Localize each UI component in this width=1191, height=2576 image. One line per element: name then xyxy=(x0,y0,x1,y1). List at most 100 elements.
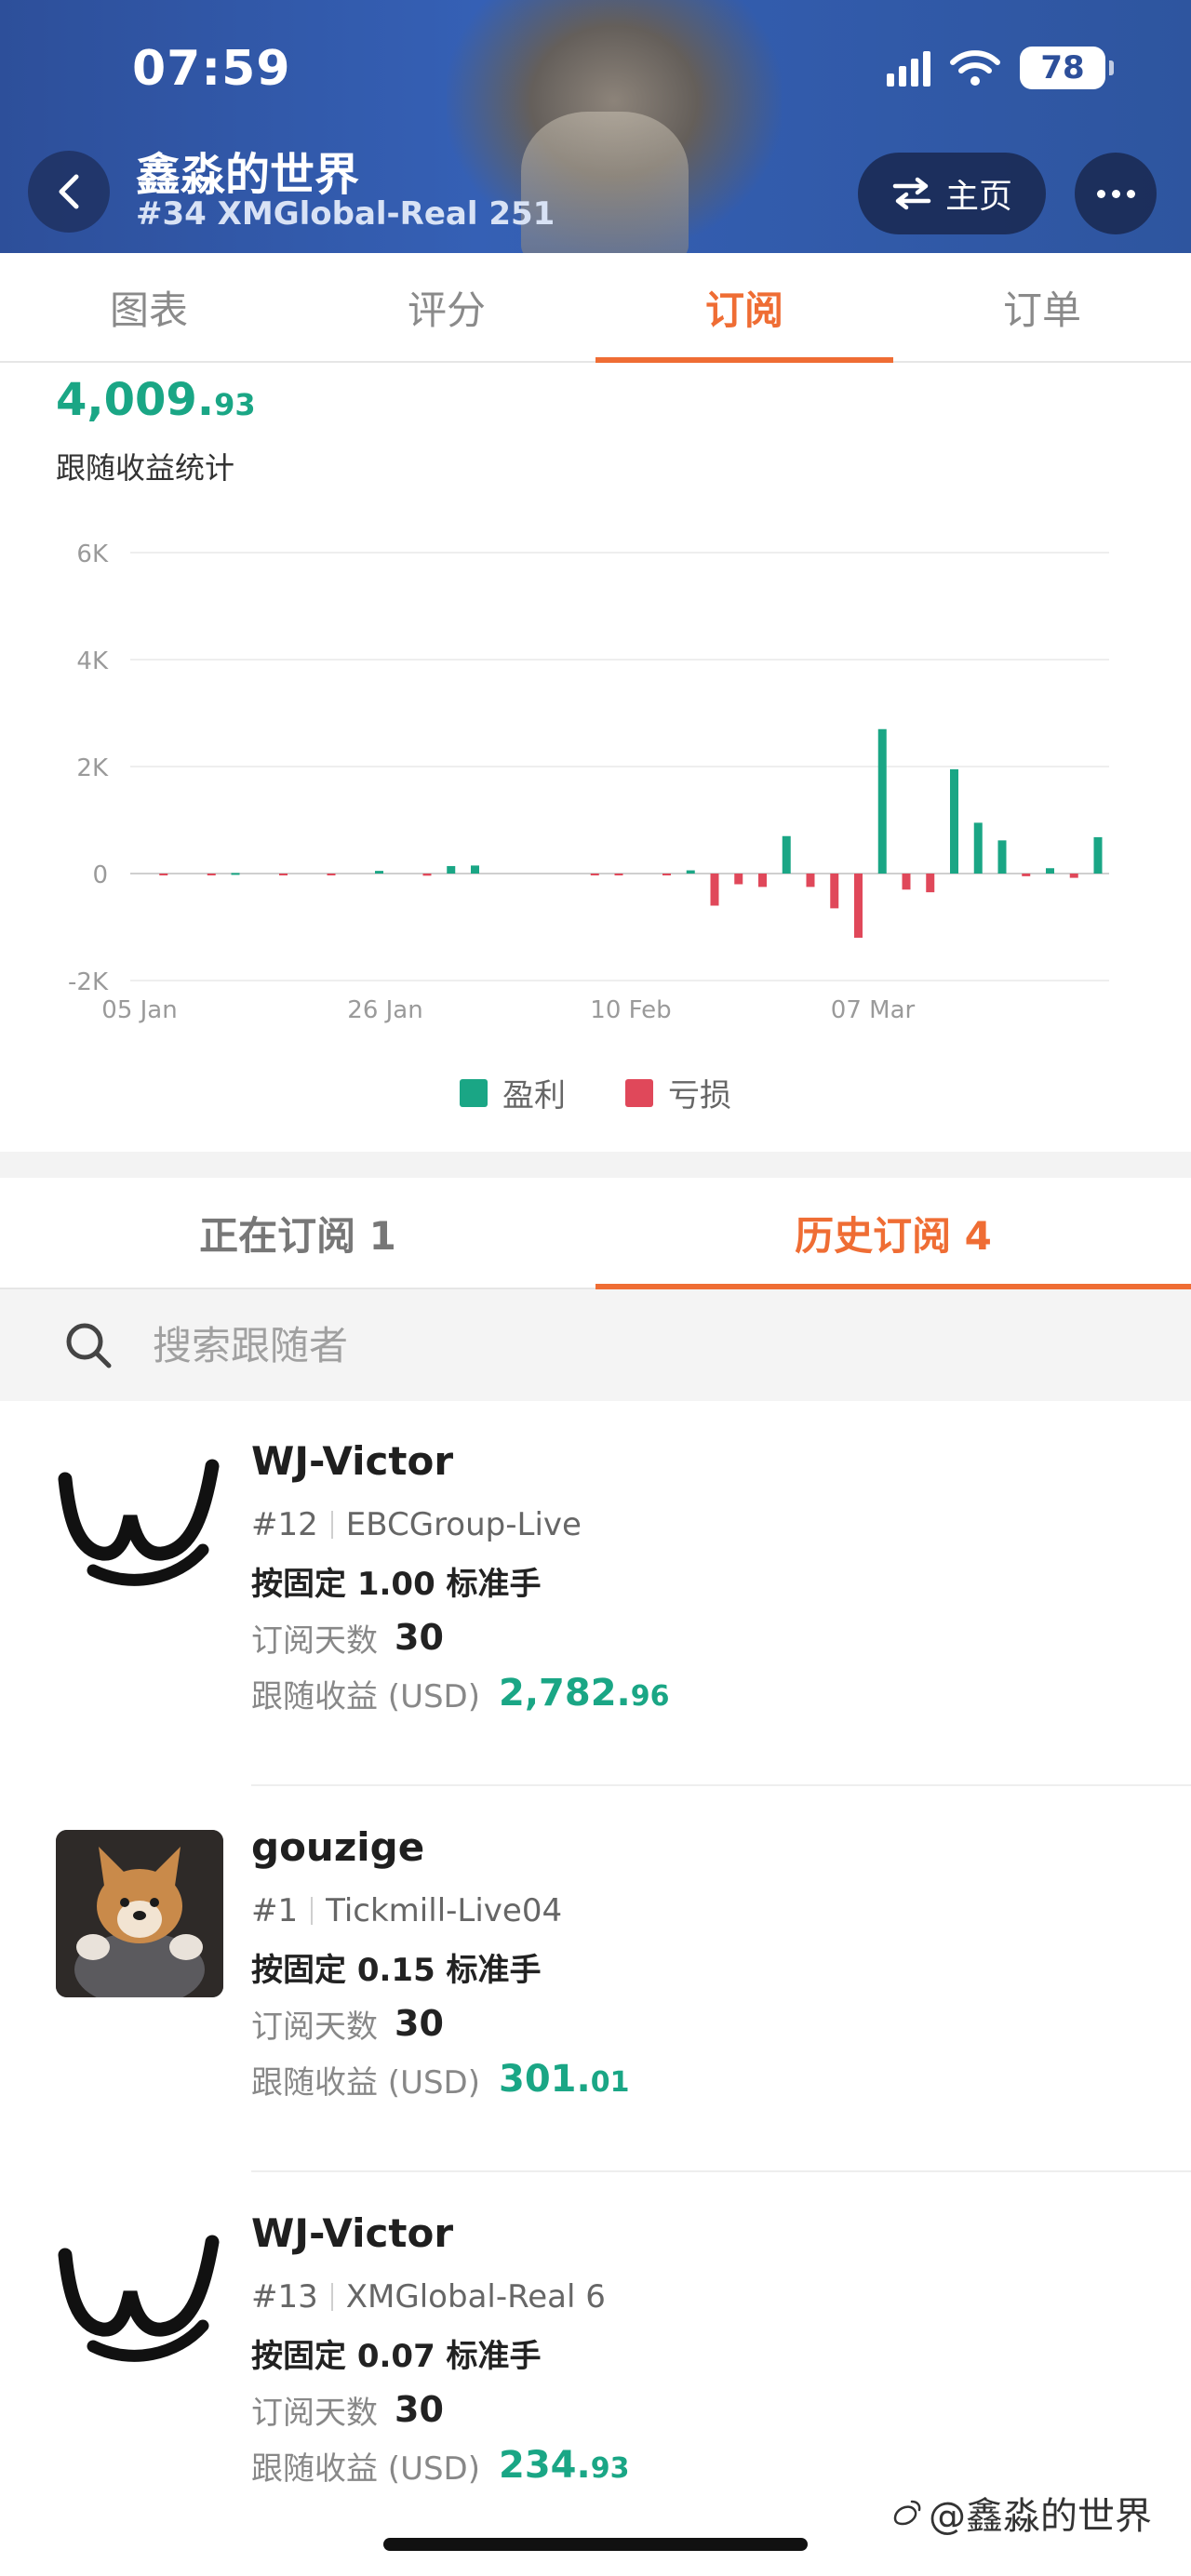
x-tick-label: 26 Jan xyxy=(347,996,422,1024)
search-icon xyxy=(66,1323,112,1368)
follower-broker: #13 XMGlobal-Real 6 xyxy=(251,2270,629,2324)
tab-chart[interactable]: 图表 xyxy=(0,253,298,361)
follower-name: WJ-Victor xyxy=(251,1438,454,1484)
follow-mode: 按固定 1.00 标准手 xyxy=(251,1565,542,1603)
loss-bar xyxy=(327,874,336,875)
profit-decimal: 93 xyxy=(590,2452,630,2485)
profit-value: 2,782.96 xyxy=(499,1672,669,1715)
wj-logo-icon xyxy=(56,1440,223,1608)
home-button[interactable]: 主页 xyxy=(858,153,1046,234)
list-item[interactable]: gouzige #1 Tickmill-Live04 按固定 0.15 标准手 订… xyxy=(0,1787,1191,2173)
back-button[interactable] xyxy=(28,151,110,233)
list-item[interactable]: WJ-Victor #12 EBCGroup-Live 按固定 1.00 标准手 … xyxy=(0,1401,1191,1787)
search-followers-input[interactable] xyxy=(153,1322,990,1368)
follower-name: gouzige xyxy=(251,1824,425,1870)
follow-profit: 跟随收益 (USD) 234.93 xyxy=(251,2437,629,2493)
loss-bar xyxy=(710,874,719,906)
loss-bar xyxy=(902,874,911,890)
avatar xyxy=(56,1440,223,1608)
broker-name: XMGlobal-Real 6 xyxy=(345,2278,606,2316)
follower-name: WJ-Victor xyxy=(251,2210,454,2256)
profit-decimal: 01 xyxy=(590,2066,630,2099)
profit-bar xyxy=(471,865,479,874)
page-title: 鑫淼的世界 xyxy=(136,149,360,201)
profit-main: 301. xyxy=(499,2058,591,2101)
status-time: 07:59 xyxy=(132,41,291,97)
chart-legend: 盈利 亏损 xyxy=(0,1070,1191,1115)
main-tabs: 图表 评分 订阅 订单 xyxy=(0,253,1191,363)
profit-bar xyxy=(782,835,791,874)
avatar xyxy=(56,1830,223,1997)
loss-bar xyxy=(662,874,671,875)
subscription-days: 订阅天数 30 xyxy=(251,1609,669,1665)
tab-subscription[interactable]: 订阅 xyxy=(596,253,893,363)
home-indicator xyxy=(383,2538,808,2551)
subscription-days: 订阅天数 30 xyxy=(251,2382,629,2437)
subscription-tabs: 正在订阅 1 历史订阅 4 xyxy=(0,1178,1191,1289)
item-divider xyxy=(251,1784,1191,1786)
profit-value: 234.93 xyxy=(499,2444,629,2487)
watermark: @鑫淼的世界 xyxy=(890,2486,1152,2540)
y-tick-label: 4K xyxy=(76,647,109,675)
cellular-signal-icon xyxy=(887,49,930,87)
profit-bar xyxy=(973,822,983,874)
item-divider xyxy=(251,2170,1191,2172)
x-tick-label: 05 Jan xyxy=(101,996,177,1024)
follower-rank: #12 xyxy=(251,1506,318,1543)
follow-profit: 跟随收益 (USD) 301.01 xyxy=(251,2051,629,2107)
y-tick-label: 6K xyxy=(76,541,109,568)
status-icons: 78 xyxy=(887,47,1114,89)
profit-bar xyxy=(231,873,240,875)
loss-bar xyxy=(854,874,863,938)
profit-bar xyxy=(997,840,1007,874)
swap-arrows-icon xyxy=(892,177,931,210)
follower-broker: #12 EBCGroup-Live xyxy=(251,1498,669,1552)
loss-bar xyxy=(590,874,599,875)
profit-bar xyxy=(950,768,958,874)
y-tick-label: -2K xyxy=(68,968,109,996)
profit-bar xyxy=(686,870,695,874)
profit-main: 2,782. xyxy=(499,1672,631,1715)
profit-label: 跟随收益 (USD) xyxy=(251,2449,480,2488)
broker-name: Tickmill-Live04 xyxy=(326,1892,563,1929)
follower-rank: #1 xyxy=(251,1892,299,1929)
item-details: WJ-Victor #13 XMGlobal-Real 6 按固定 0.07 标准… xyxy=(251,2210,629,2493)
tab-history-subscriptions[interactable]: 历史订阅 4 xyxy=(596,1178,1191,1289)
x-tick-label: 07 Mar xyxy=(831,996,916,1024)
battery-indicator: 78 xyxy=(1020,47,1114,89)
separator xyxy=(330,1511,333,1539)
total-follow-profit: 4,009.93 xyxy=(56,374,256,426)
x-tick-label: 10 Feb xyxy=(590,996,671,1024)
more-dot-icon xyxy=(1111,189,1120,198)
loss-bar xyxy=(926,874,935,893)
legend-profit-swatch xyxy=(460,1078,488,1107)
follow-mode: 按固定 0.07 标准手 xyxy=(251,2337,542,2375)
more-options-button[interactable] xyxy=(1075,153,1157,234)
follow-profit: 跟随收益 (USD) 2,782.96 xyxy=(251,1665,669,1721)
days-label: 订阅天数 xyxy=(251,1622,378,1660)
tab-current-subscriptions[interactable]: 正在订阅 1 xyxy=(0,1178,596,1288)
home-button-label: 主页 xyxy=(944,178,1012,216)
profit-decimal: 96 xyxy=(630,1680,670,1713)
tab-orders[interactable]: 订单 xyxy=(893,253,1191,361)
loss-bar xyxy=(734,874,743,885)
weibo-logo-icon xyxy=(893,2500,921,2526)
chevron-left-icon xyxy=(59,174,79,209)
profit-label: 跟随收益 (USD) xyxy=(251,2063,480,2102)
profit-bar xyxy=(877,728,887,874)
tab-rating[interactable]: 评分 xyxy=(298,253,596,361)
legend-loss-label: 亏损 xyxy=(668,1077,731,1114)
page-subtitle: #34 XMGlobal-Real 251 xyxy=(136,195,555,233)
item-details: gouzige #1 Tickmill-Live04 按固定 0.15 标准手 订… xyxy=(251,1824,629,2107)
loss-bar xyxy=(806,874,815,888)
follower-rank: #13 xyxy=(251,2278,318,2316)
profit-bar xyxy=(1093,836,1103,874)
subscription-days: 订阅天数 30 xyxy=(251,1995,629,2051)
total-profit-main: 4,009. xyxy=(56,374,215,426)
profit-label: 跟随收益 (USD) xyxy=(251,1677,480,1715)
section-divider xyxy=(0,1152,1191,1178)
profit-bar xyxy=(1046,868,1054,874)
loss-bar xyxy=(758,874,767,888)
legend-profit-label: 盈利 xyxy=(502,1077,566,1114)
follow-profit-stats-label: 跟随收益统计 xyxy=(56,450,235,486)
